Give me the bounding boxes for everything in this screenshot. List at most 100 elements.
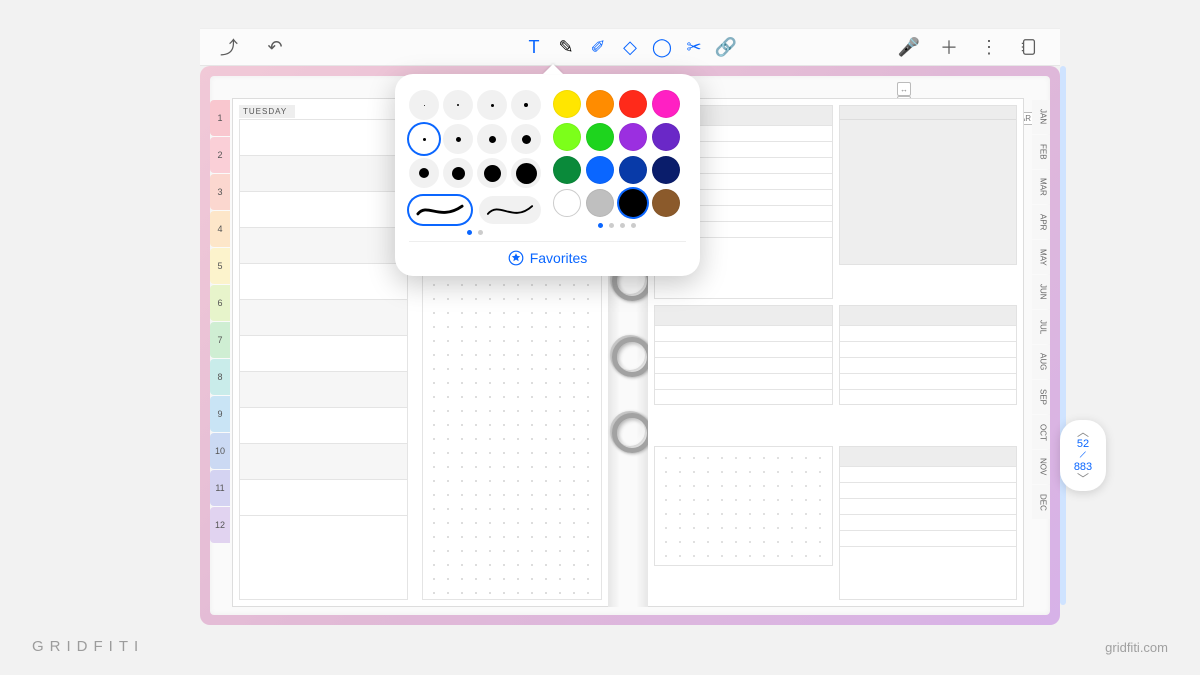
left-tab-4[interactable]: 4: [210, 211, 230, 247]
pen-size-grid: [409, 90, 541, 188]
month-tabs: JANFEBMARAPRMAYJUNJULAUGSEPOCTNOVDEC: [1032, 100, 1050, 519]
left-tab-7[interactable]: 7: [210, 322, 230, 358]
scroll-edge: [1060, 66, 1066, 605]
color-swatch[interactable]: [652, 123, 680, 151]
month-tab-may[interactable]: MAY: [1032, 240, 1050, 274]
more-icon[interactable]: ⋮: [978, 36, 1000, 58]
tool-5[interactable]: ✂: [683, 36, 705, 58]
color-swatch[interactable]: [652, 189, 680, 217]
color-swatch[interactable]: [619, 156, 647, 184]
pen-size-9[interactable]: [443, 158, 473, 188]
month-tab-sep[interactable]: SEP: [1032, 380, 1050, 414]
color-swatch[interactable]: [553, 90, 581, 118]
notebook-icon[interactable]: [1018, 36, 1040, 58]
size-pager: [409, 230, 541, 235]
chevron-up-icon[interactable]: ︿: [1060, 426, 1106, 438]
color-swatch[interactable]: [586, 90, 614, 118]
color-swatch[interactable]: [553, 156, 581, 184]
stroke-pressure-on[interactable]: [409, 196, 471, 224]
color-swatch[interactable]: [652, 90, 680, 118]
color-swatch[interactable]: [619, 189, 647, 217]
day-label: TUESDAY: [239, 105, 295, 118]
month-tab-jul[interactable]: JUL: [1032, 310, 1050, 344]
color-grid: [553, 90, 680, 217]
favorites-label: Favorites: [530, 250, 588, 266]
month-tab-mar[interactable]: MAR: [1032, 170, 1050, 204]
month-tab-aug[interactable]: AUG: [1032, 345, 1050, 379]
page-number-bubble[interactable]: ︿ 52 ⁄ 883 ﹀: [1060, 420, 1106, 491]
pen-size-1[interactable]: [443, 90, 473, 120]
color-swatch[interactable]: [619, 123, 647, 151]
left-tab-10[interactable]: 10: [210, 433, 230, 469]
mic-icon[interactable]: 🎤: [898, 36, 920, 58]
color-page-dot[interactable]: [631, 223, 636, 228]
undo-icon[interactable]: ↶: [264, 36, 286, 58]
add-icon[interactable]: ＋: [938, 36, 960, 58]
pen-size-0[interactable]: [409, 90, 439, 120]
left-tab-8[interactable]: 8: [210, 359, 230, 395]
list-block-b[interactable]: [839, 305, 1018, 405]
pen-size-6[interactable]: [477, 124, 507, 154]
ring-icon: [608, 411, 648, 447]
color-page-dot[interactable]: [620, 223, 625, 228]
left-tab-3[interactable]: 3: [210, 174, 230, 210]
month-tab-jan[interactable]: JAN: [1032, 100, 1050, 134]
month-tab-jun[interactable]: JUN: [1032, 275, 1050, 309]
left-tab-2[interactable]: 2: [210, 137, 230, 173]
left-tab-11[interactable]: 11: [210, 470, 230, 506]
month-tab-dec[interactable]: DEC: [1032, 485, 1050, 519]
pen-size-2[interactable]: [477, 90, 507, 120]
pen-size-3[interactable]: [511, 90, 541, 120]
color-swatch[interactable]: [553, 123, 581, 151]
chevron-down-icon[interactable]: ﹀: [1060, 473, 1106, 485]
list-block-a[interactable]: [654, 305, 833, 405]
tool-3[interactable]: ◇: [619, 36, 641, 58]
image-block[interactable]: [839, 105, 1018, 265]
color-swatch[interactable]: [586, 123, 614, 151]
tool-4[interactable]: ◯: [651, 36, 673, 58]
pen-size-11[interactable]: [511, 158, 541, 188]
tool-0[interactable]: T: [523, 36, 545, 58]
left-tab-5[interactable]: 5: [210, 248, 230, 284]
pen-size-4[interactable]: [409, 124, 439, 154]
top-tab-icon-0[interactable]: ↔: [897, 82, 911, 96]
color-swatch[interactable]: [652, 156, 680, 184]
notes-block[interactable]: [839, 446, 1018, 600]
favorites-button[interactable]: Favorites: [409, 241, 686, 266]
tool-2[interactable]: ✐: [587, 36, 609, 58]
brand-right-url: gridfiti.com: [1105, 640, 1168, 655]
tool-1[interactable]: ✎: [555, 36, 577, 58]
stroke-pressure-off[interactable]: [479, 196, 541, 224]
month-tab-nov[interactable]: NOV: [1032, 450, 1050, 484]
left-tab-1[interactable]: 1: [210, 100, 230, 136]
color-page-dot[interactable]: [598, 223, 603, 228]
schedule-column[interactable]: [239, 119, 408, 600]
right-page[interactable]: [648, 98, 1024, 607]
left-tab-12[interactable]: 12: [210, 507, 230, 543]
size-page-dot[interactable]: [467, 230, 472, 235]
color-pager: [553, 223, 680, 228]
color-swatch[interactable]: [619, 90, 647, 118]
star-icon: [508, 250, 524, 266]
ring-icon: [608, 335, 648, 371]
left-tab-6[interactable]: 6: [210, 285, 230, 321]
color-swatch[interactable]: [586, 189, 614, 217]
pen-size-8[interactable]: [409, 158, 439, 188]
color-swatch[interactable]: [586, 156, 614, 184]
top-toolbar: ⤴︎ ↶ T ✎ ✐ ◇ ◯ ✂ 🔗 🎤 ＋ ⋮: [200, 28, 1060, 66]
size-page-dot[interactable]: [478, 230, 483, 235]
pen-size-5[interactable]: [443, 124, 473, 154]
dotgrid-block[interactable]: [654, 446, 833, 566]
month-tab-oct[interactable]: OCT: [1032, 415, 1050, 449]
share-icon[interactable]: ⤴︎: [218, 36, 240, 58]
tool-6[interactable]: 🔗: [715, 36, 737, 58]
color-swatch[interactable]: [553, 189, 581, 217]
left-tab-9[interactable]: 9: [210, 396, 230, 432]
pen-size-7[interactable]: [511, 124, 541, 154]
left-number-tabs: 123456789101112: [210, 76, 230, 615]
pen-size-10[interactable]: [477, 158, 507, 188]
month-tab-apr[interactable]: APR: [1032, 205, 1050, 239]
stroke-style-row: [409, 196, 541, 224]
month-tab-feb[interactable]: FEB: [1032, 135, 1050, 169]
color-page-dot[interactable]: [609, 223, 614, 228]
